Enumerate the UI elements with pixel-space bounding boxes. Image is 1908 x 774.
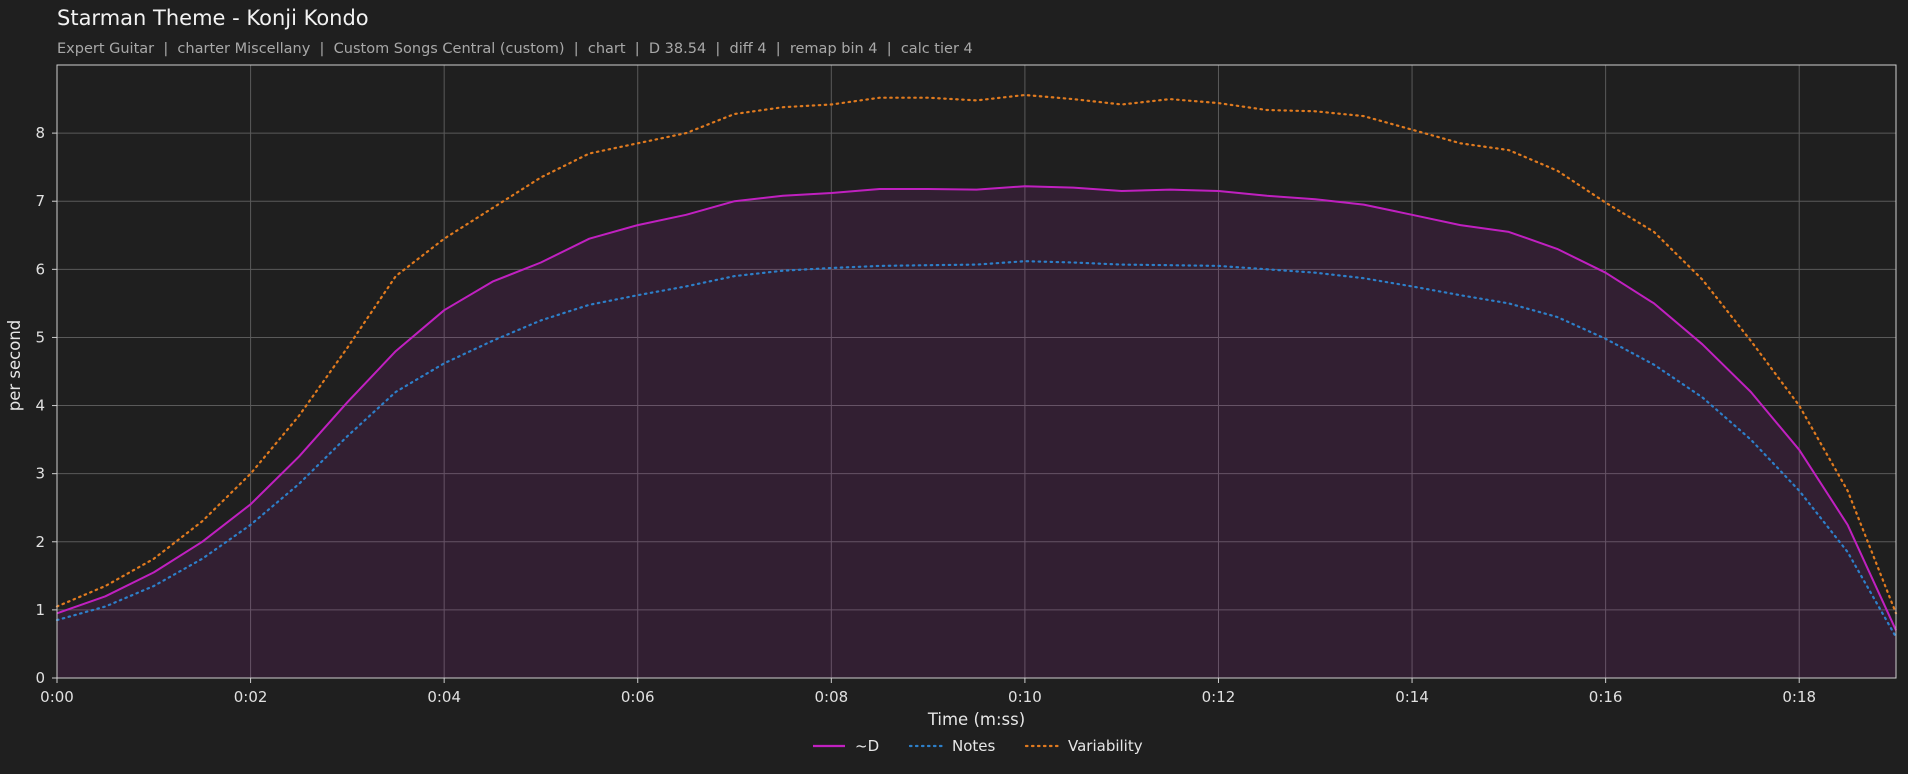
series-fills [57,186,1896,678]
x-tick-label: 0:10 [1008,688,1042,706]
series-area-~D [57,186,1896,678]
x-tick-label: 0:06 [621,688,655,706]
y-tick-label: 8 [35,124,45,142]
chart-container: Starman Theme - Konji Kondo Expert Guita… [0,0,1908,774]
x-tick-label: 0:14 [1395,688,1429,706]
y-tick-label: 6 [35,260,45,278]
y-tick-label: 1 [35,601,45,619]
y-tick-label: 4 [35,397,45,415]
y-axis-label: per second [5,320,24,412]
y-tick-label: 3 [35,465,45,483]
y-tick-label: 7 [35,192,45,210]
chart-plot: 0:00 0:02 0:04 0:06 0:08 0:10 0:12 0:14 0:16 0:18… [5,64,1898,755]
y-tick-label: 2 [35,533,45,551]
legend-label: Notes [952,737,996,755]
x-axis-ticks: 0:00 0:02 0:04 0:06 0:08 0:10 0:12 0:14 0:16 0:18 [40,678,1816,706]
x-tick-label: 0:04 [427,688,461,706]
x-tick-label: 0:18 [1782,688,1816,706]
x-tick-label: 0:02 [234,688,268,706]
x-axis-label: Time (m:ss) [927,710,1025,729]
x-tick-label: 0:08 [814,688,848,706]
y-tick-label: 5 [35,328,45,346]
y-axis-ticks: 0 1 2 3 4 5 6 7 8 [35,124,57,687]
legend-label: ~D [855,737,879,755]
x-tick-label: 0:00 [40,688,74,706]
legend: ~D Notes Variability [813,737,1143,755]
x-tick-label: 0:16 [1589,688,1623,706]
y-tick-label: 0 [35,669,45,687]
legend-label: Variability [1068,737,1143,755]
x-tick-label: 0:12 [1202,688,1236,706]
